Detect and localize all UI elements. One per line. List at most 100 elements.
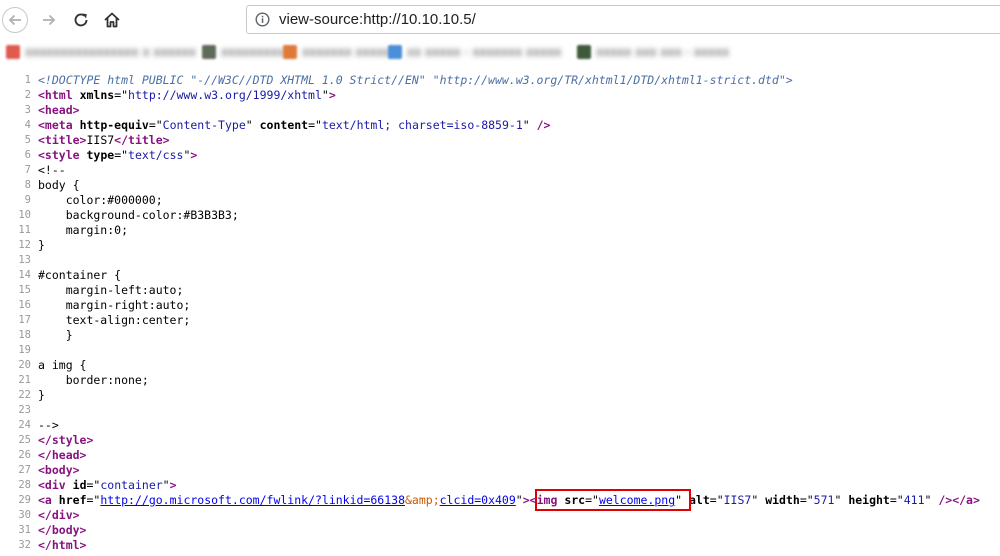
line-code: <!-- — [38, 163, 66, 178]
line-number: 10 — [18, 209, 31, 221]
source-line: 8 body { — [0, 178, 1000, 193]
code-token: =" — [709, 493, 724, 507]
source-line: 21 border:none; — [0, 373, 1000, 388]
code-token: =" — [889, 493, 904, 507]
code-token: =" — [86, 493, 101, 507]
line-number: 24 — [18, 419, 31, 431]
bookmark-item[interactable]: xxxxx xxx xxx - xxxxx — [577, 44, 729, 60]
code-token: container — [100, 478, 163, 492]
code-token: } — [38, 388, 45, 402]
code-token: <!-- — [38, 163, 66, 177]
line-code: <title>IIS7</title> — [38, 133, 170, 148]
code-token: a img { — [38, 358, 87, 372]
source-line: 10 background-color:#B3B3B3; — [0, 208, 1000, 223]
line-code: body { — [38, 178, 80, 193]
code-token: href — [58, 493, 87, 507]
source-line: 7 <!-- — [0, 163, 1000, 178]
code-token: <meta — [38, 118, 73, 132]
bookmark-item[interactable]: xxxxxxx xxxxx — [283, 44, 391, 60]
bookmark-item[interactable]: xx xxxxx - xxxxxxx xxxxx — [388, 44, 562, 60]
source-line: 25 </style> — [0, 433, 1000, 448]
source-line: 17 text-align:center; — [0, 313, 1000, 328]
forward-button[interactable] — [36, 7, 62, 33]
bookmark-favicon — [6, 45, 20, 59]
line-number: 15 — [18, 284, 31, 296]
code-token: text/html; charset=iso-8859-1 — [321, 118, 523, 132]
line-code: border:none; — [38, 373, 149, 388]
line-code: </style> — [38, 433, 93, 448]
back-button[interactable] — [2, 7, 28, 33]
reload-button[interactable] — [68, 7, 94, 33]
code-token: /> — [536, 118, 551, 132]
code-token: <body> — [38, 463, 80, 477]
code-token: src — [564, 493, 586, 507]
line-number: 6 — [24, 149, 31, 161]
code-token: " — [924, 493, 939, 507]
bookmark-favicon — [388, 45, 402, 59]
bookmark-item[interactable]: xxxxxxxxxxxxxxxx x xxxxxx — [6, 44, 196, 60]
code-token: </div> — [38, 508, 80, 522]
code-token: } — [38, 238, 45, 252]
code-token: " — [162, 478, 170, 492]
code-token: =" — [799, 493, 814, 507]
info-icon[interactable] — [255, 12, 270, 27]
source-link[interactable]: clcid=0x409 — [440, 493, 516, 507]
line-code: <div id="container"> — [38, 478, 177, 493]
line-number: 17 — [18, 314, 31, 326]
line-code: #container { — [38, 268, 121, 283]
bookmark-favicon — [577, 45, 591, 59]
source-line: 9 color:#000000; — [0, 193, 1000, 208]
source-line: 4 <meta http-equiv="Content-Type" content… — [0, 118, 1000, 133]
code-token: <style — [38, 148, 80, 162]
code-token: <img — [529, 493, 558, 507]
line-number: 9 — [24, 194, 31, 206]
line-code: text-align:center; — [38, 313, 191, 328]
code-token: =" — [308, 118, 322, 132]
line-code: <meta http-equiv="Content-Type" content=… — [38, 118, 550, 133]
line-number: 4 — [24, 119, 31, 131]
source-link[interactable]: http://go.microsoft.com/fwlink/?linkid=6… — [100, 493, 405, 507]
line-number: 2 — [24, 89, 31, 101]
code-token: " — [515, 493, 523, 507]
line-number: 19 — [18, 344, 31, 356]
code-token: =" — [114, 88, 129, 102]
source-line: 24 --> — [0, 418, 1000, 433]
code-token: margin-left:auto; — [38, 283, 184, 297]
source-line: 1 <!DOCTYPE html PUBLIC "-//W3C//DTD XHTM… — [0, 73, 1000, 88]
address-bar[interactable]: view-source:http://10.10.10.5/ — [246, 5, 1000, 34]
source-view: 1 <!DOCTYPE html PUBLIC "-//W3C//DTD XHTM… — [0, 73, 1000, 553]
arrow-right-icon — [41, 12, 57, 28]
source-link[interactable]: welcome.png — [599, 493, 675, 507]
line-number: 27 — [18, 464, 31, 476]
browser-toolbar: view-source:http://10.10.10.5/ — [0, 0, 1000, 40]
line-code: </head> — [38, 448, 86, 463]
bookmark-favicon — [202, 45, 216, 59]
source-line: 3 <head> — [0, 103, 1000, 118]
code-token: Content-Type — [162, 118, 246, 132]
source-line: 12} — [0, 238, 1000, 253]
code-token: --> — [38, 418, 59, 432]
line-number: 28 — [18, 479, 31, 491]
line-number: 11 — [18, 224, 31, 236]
bookmark-label: xx xxxxx - xxxxxxx xxxxx — [407, 45, 562, 59]
code-token: > — [190, 148, 198, 162]
code-token: type — [86, 148, 115, 162]
source-line: 11 margin:0; — [0, 223, 1000, 238]
source-line: 13 — [0, 253, 1000, 268]
code-token: alt — [688, 493, 710, 507]
code-token: <div — [38, 478, 66, 492]
code-token: <a — [38, 493, 52, 507]
url-text: view-source:http://10.10.10.5/ — [279, 11, 476, 28]
bookmark-item[interactable]: xxxxxxxxx — [202, 44, 285, 60]
line-number: 21 — [18, 374, 31, 386]
line-number: 20 — [18, 359, 31, 371]
code-token: text-align:center; — [38, 313, 191, 327]
bookmark-favicon — [283, 45, 297, 59]
code-token: #container { — [38, 268, 122, 282]
code-token: </html> — [38, 538, 87, 552]
line-code: color:#000000; — [38, 193, 163, 208]
home-button[interactable] — [99, 7, 125, 33]
source-line: 18 } — [0, 328, 1000, 343]
